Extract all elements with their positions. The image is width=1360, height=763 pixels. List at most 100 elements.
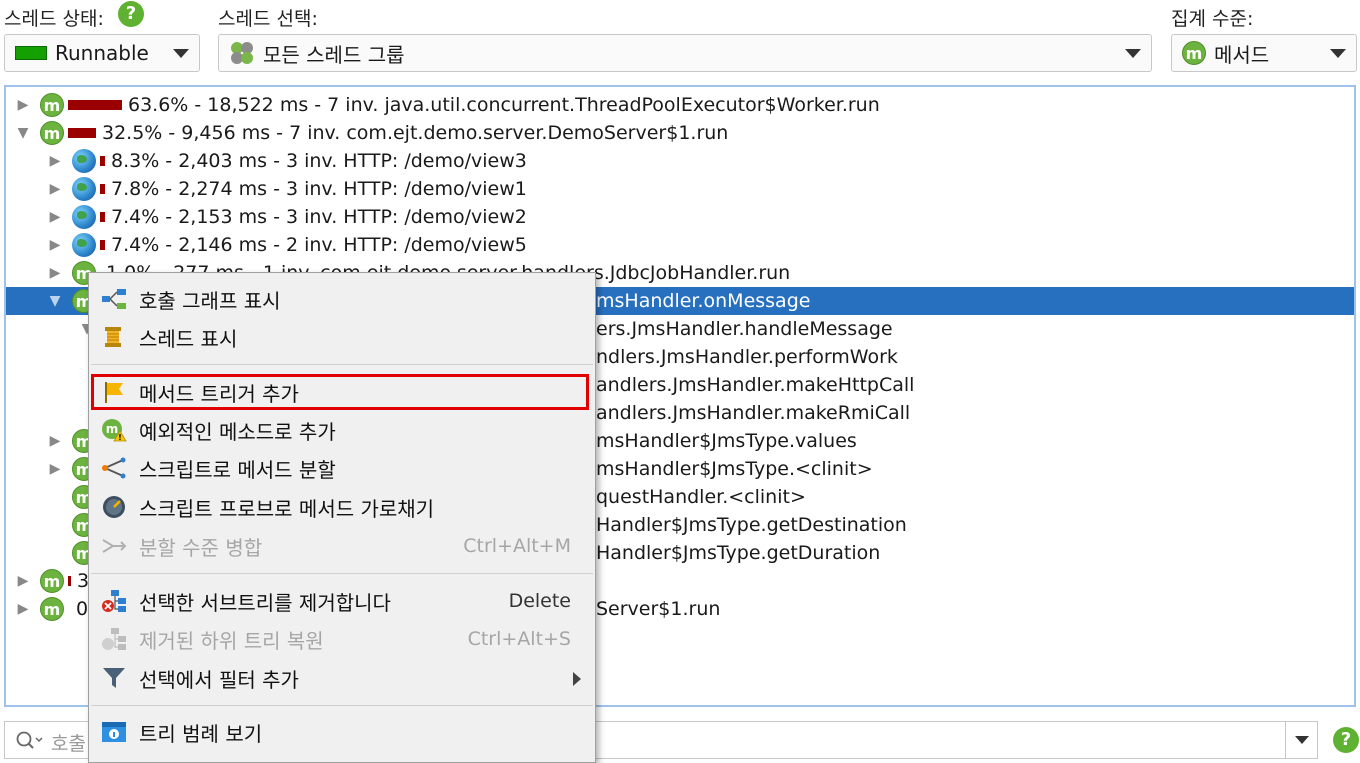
- percentage-bar: [68, 576, 71, 586]
- expand-arrow-icon[interactable]: ▶: [46, 181, 64, 197]
- menu-item-show-call-graph[interactable]: 호출 그래프 표시: [89, 281, 595, 317]
- probe-icon: [101, 495, 127, 519]
- tree-row-text: 7.4% - 2,153 ms - 3 inv. HTTP: /demo/vie…: [111, 206, 527, 228]
- percentage-bar: [100, 184, 105, 194]
- menu-item-shortcut: Delete: [508, 590, 571, 612]
- tree-row-text: andlers.JmsHandler.makeRmiCall: [596, 402, 911, 424]
- remove-subtree-icon: [101, 589, 127, 613]
- context-menu: 호출 그래프 표시 스레드 표시 메서드 트리거 추가 m! 예외적인 메소드로…: [88, 272, 596, 763]
- thread-icon: [101, 325, 127, 349]
- chevron-down-icon: [173, 49, 189, 58]
- percentage-bar: [68, 100, 122, 110]
- menu-item-shortcut: Ctrl+Alt+S: [467, 628, 571, 650]
- expand-arrow-icon[interactable]: ▶: [14, 97, 32, 113]
- highlight-box: [91, 374, 589, 410]
- menu-item-label: 호출 그래프 표시: [139, 288, 281, 313]
- search-placeholder: 호출: [51, 733, 86, 755]
- aggregation-select[interactable]: m 메서드: [1171, 34, 1357, 72]
- menu-item-add-filter[interactable]: 선택에서 필터 추가: [89, 660, 595, 696]
- tree-row-text: 0: [76, 598, 89, 620]
- submenu-arrow-icon: [573, 672, 581, 686]
- expand-arrow-icon[interactable]: ▶: [46, 237, 64, 253]
- thread-group-icon: [229, 40, 255, 66]
- menu-item-remove-subtree[interactable]: 선택한 서브트리를 제거합니다 Delete: [89, 583, 595, 619]
- tree-row-text: 63.6% - 18,522 ms - 7 inv. java.util.con…: [128, 94, 880, 116]
- menu-item-label: 선택에서 필터 추가: [139, 667, 299, 692]
- menu-item-label: 예외적인 메소드로 추가: [139, 419, 336, 444]
- expand-arrow-icon[interactable]: ▶: [14, 601, 32, 617]
- aggregation-label: 집계 수준:: [1171, 8, 1254, 30]
- menu-item-label: 스크립트로 메서드 분할: [139, 457, 336, 482]
- menu-item-label: 제거된 하위 트리 복원: [139, 628, 324, 653]
- tree-row-text: msHandler.onMessage: [596, 290, 811, 312]
- legend-icon: [101, 720, 127, 744]
- tree-row[interactable]: ▶ 7.4% - 2,153 ms - 3 inv. HTTP: /demo/v…: [6, 203, 1354, 231]
- tree-row[interactable]: ▶ 8.3% - 2,403 ms - 3 inv. HTTP: /demo/v…: [6, 147, 1354, 175]
- menu-item-show-tree-legend[interactable]: 트리 범례 보기: [89, 714, 595, 750]
- tree-row-text: 7.4% - 2,146 ms - 2 inv. HTTP: /demo/vie…: [111, 234, 527, 256]
- method-icon: m: [40, 569, 64, 593]
- thread-state-label: 스레드 상태:: [4, 8, 104, 30]
- thread-group-select[interactable]: 모든 스레드 그룹: [218, 34, 1152, 72]
- help-icon[interactable]: ?: [1333, 727, 1359, 753]
- thread-group-value: 모든 스레드 그룹: [263, 42, 405, 67]
- tree-row-text: questHandler.<clinit>: [596, 486, 806, 508]
- runnable-color-swatch: [15, 46, 47, 60]
- chevron-down-icon: [1330, 49, 1346, 58]
- menu-item-label: 스크립트 프로브로 메서드 가로채기: [139, 496, 435, 521]
- expand-arrow-icon[interactable]: ▶: [14, 573, 32, 589]
- method-icon: m: [40, 93, 64, 117]
- expand-arrow-icon[interactable]: ▶: [46, 209, 64, 225]
- tree-row-text: ndlers.JmsHandler.performWork: [596, 346, 898, 368]
- thread-state-value: Runnable: [55, 41, 149, 65]
- menu-item-intercept-script-probe[interactable]: 스크립트 프로브로 메서드 가로채기: [89, 489, 595, 525]
- menu-separator: [91, 364, 593, 365]
- tree-row-text-tail: Server$1.run: [596, 598, 721, 620]
- tree-row-text: 32.5% - 9,456 ms - 7 inv. com.ejt.demo.s…: [102, 122, 729, 144]
- filter-icon: [101, 666, 127, 690]
- percentage-bar: [100, 240, 105, 250]
- svg-text:m: m: [106, 422, 119, 436]
- expand-arrow-icon[interactable]: ▶: [46, 461, 64, 477]
- globe-icon: [72, 205, 96, 229]
- chevron-down-icon: [1125, 49, 1141, 58]
- thread-state-select[interactable]: Runnable: [4, 34, 200, 72]
- help-icon[interactable]: ?: [118, 1, 144, 27]
- menu-item-merge-split-level[interactable]: 분할 수준 병합 Ctrl+Alt+M: [89, 528, 595, 564]
- menu-item-label: 스레드 표시: [139, 326, 238, 351]
- tree-row-text: andlers.JmsHandler.makeHttpCall: [596, 374, 915, 396]
- menu-item-split-method-script[interactable]: 스크립트로 메서드 분할: [89, 450, 595, 486]
- collapse-arrow-icon[interactable]: ▼: [46, 293, 64, 309]
- menu-item-restore-subtree[interactable]: 제거된 하위 트리 복원 Ctrl+Alt+S: [89, 621, 595, 657]
- menu-item-show-thread[interactable]: 스레드 표시: [89, 319, 595, 355]
- thread-select-label: 스레드 선택:: [218, 8, 318, 30]
- exceptional-method-icon: m!: [101, 418, 127, 442]
- expand-arrow-icon[interactable]: ▶: [46, 433, 64, 449]
- expand-arrow-icon[interactable]: ▶: [46, 265, 64, 281]
- tree-row[interactable]: ▼ m 32.5% - 9,456 ms - 7 inv. com.ejt.de…: [6, 119, 1354, 147]
- tree-row[interactable]: ▶ m 63.6% - 18,522 ms - 7 inv. java.util…: [6, 91, 1354, 119]
- collapse-arrow-icon[interactable]: ▼: [14, 125, 32, 141]
- chevron-down-icon: [1295, 736, 1309, 744]
- method-icon: m: [1182, 41, 1206, 65]
- expand-arrow-icon[interactable]: ▶: [46, 153, 64, 169]
- menu-item-shortcut: Ctrl+Alt+M: [463, 535, 571, 557]
- menu-item-add-exceptional-method[interactable]: m! 예외적인 메소드로 추가: [89, 412, 595, 448]
- method-icon: m: [40, 121, 64, 145]
- tree-row-text: 7.8% - 2,274 ms - 3 inv. HTTP: /demo/vie…: [111, 178, 527, 200]
- tree-row-text: msHandler$JmsType.values: [596, 430, 857, 452]
- tree-row-text: 8.3% - 2,403 ms - 3 inv. HTTP: /demo/vie…: [111, 150, 527, 172]
- tree-row[interactable]: ▶ 7.8% - 2,274 ms - 3 inv. HTTP: /demo/v…: [6, 175, 1354, 203]
- menu-item-label: 트리 범례 보기: [139, 721, 263, 746]
- tree-row-text: Handler$JmsType.getDestination: [596, 514, 907, 536]
- search-history-dropdown[interactable]: [1285, 722, 1318, 758]
- tree-row[interactable]: ▶ 7.4% - 2,146 ms - 2 inv. HTTP: /demo/v…: [6, 231, 1354, 259]
- svg-text:!: !: [118, 433, 122, 442]
- split-icon: [101, 456, 127, 480]
- call-graph-icon: [101, 287, 127, 311]
- globe-icon: [72, 149, 96, 173]
- percentage-bar: [100, 156, 105, 166]
- method-icon: m: [40, 597, 64, 621]
- menu-item-label: 분할 수준 병합: [139, 535, 263, 560]
- aggregation-value: 메서드: [1214, 42, 1270, 67]
